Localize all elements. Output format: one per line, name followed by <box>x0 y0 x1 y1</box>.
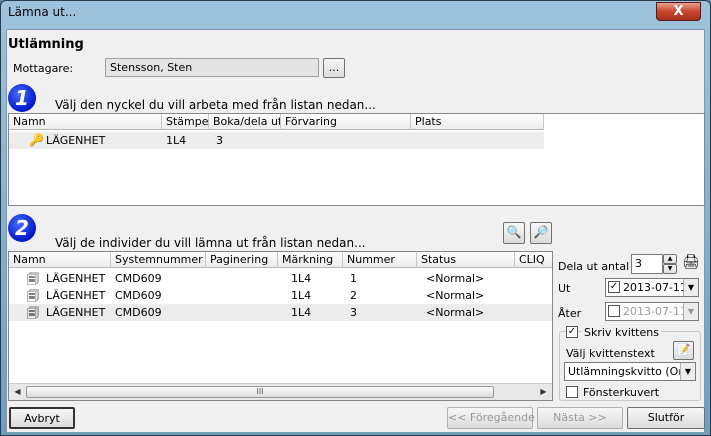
ind-col-paginering[interactable]: Paginering <box>206 252 278 268</box>
scroll-right-icon[interactable]: ▶ <box>535 384 552 400</box>
count-value: 3 <box>635 257 642 270</box>
find-next-button[interactable]: 🔎 <box>530 222 552 244</box>
receipt-text-value: Utlämningskvitto (Origi <box>568 365 696 378</box>
ind-col-systemnummer[interactable]: Systemnummer <box>111 252 206 268</box>
cell-namn: LÄGENHET <box>46 306 106 319</box>
ind-col-markning[interactable]: Märkning <box>278 252 343 268</box>
back-label: Åter <box>558 307 582 320</box>
print-receipt-checkbox[interactable]: ✓ <box>566 326 578 338</box>
keys-col-plats[interactable]: Plats <box>411 114 544 130</box>
out-date-checkbox[interactable]: ✓ <box>608 281 620 293</box>
cell-markning: 1L4 <box>291 306 312 319</box>
keys-col-stampel[interactable]: Stämpel <box>162 114 209 130</box>
document-edit-icon: 📝 <box>676 343 691 356</box>
cell-namn: LÄGENHET <box>46 289 106 302</box>
dialog-body: Utlämning Mottagare: Stensson, Sten ... … <box>6 29 705 433</box>
out-label: Ut <box>558 282 571 295</box>
key-icon: 🔑 <box>29 133 44 147</box>
back-date-picker[interactable]: 2013-07-11 ▼ <box>605 302 699 321</box>
cell-nummer: 3 <box>350 306 357 319</box>
keys-col-forvaring[interactable]: Förvaring <box>281 114 411 130</box>
recipient-field[interactable]: Stensson, Sten <box>105 58 319 77</box>
keys-table[interactable]: Namn Stämpel Boka/dela ut Förvaring Plat… <box>8 113 705 206</box>
window-title: Lämna ut... <box>8 5 77 19</box>
recipient-browse-button[interactable]: ... <box>323 58 345 78</box>
binoculars-next-icon: 🔎 <box>533 225 549 239</box>
scroll-left-icon[interactable]: ◀ <box>9 384 26 400</box>
keys-table-header: Namn Stämpel Boka/dela ut Förvaring Plat… <box>9 114 544 130</box>
cell-stampel: 1L4 <box>166 134 187 147</box>
window-envelope-checkbox[interactable] <box>566 386 578 398</box>
next-button[interactable]: Nästa >> <box>537 407 623 429</box>
receipt-text-select[interactable]: Utlämningskvitto (Origi ▼ <box>564 362 696 381</box>
cell-markning: 1L4 <box>291 272 312 285</box>
ind-col-namn[interactable]: Namn <box>9 252 111 268</box>
step-2-instruction: Välj de individer du vill lämna ut från … <box>55 236 366 250</box>
cell-boka: 3 <box>216 134 223 147</box>
ind-col-status[interactable]: Status <box>417 252 515 268</box>
chevron-down-icon[interactable]: ▼ <box>683 279 698 296</box>
cell-nummer: 2 <box>350 289 357 302</box>
keys-col-boka[interactable]: Boka/dela ut <box>209 114 281 130</box>
window-envelope-label: Fönsterkuvert <box>583 386 660 399</box>
table-row[interactable]: 🗐 LÄGENHET CMD609 1L4 3 <Normal> <box>9 304 552 321</box>
ind-col-cliq[interactable]: CLIQ <box>515 252 552 268</box>
horizontal-scrollbar[interactable]: ◀ III ▶ <box>9 383 552 400</box>
scroll-thumb[interactable]: III <box>26 386 494 398</box>
step-2-badge: 2 <box>8 214 36 242</box>
chevron-down-icon[interactable]: ▼ <box>683 303 698 320</box>
back-date-checkbox[interactable] <box>608 305 620 317</box>
page-title: Utlämning <box>8 37 84 52</box>
count-up-icon[interactable]: ▲ <box>663 254 677 264</box>
step-1-badge: 1 <box>8 84 36 112</box>
out-date-value: 2013-07-11 <box>623 281 687 294</box>
individuals-table[interactable]: Namn Systemnummer Paginering Märkning Nu… <box>8 251 553 401</box>
cell-namn: LÄGENHET <box>46 272 106 285</box>
cell-nummer: 1 <box>350 272 357 285</box>
previous-button[interactable]: << Föregående <box>447 407 535 429</box>
close-button[interactable]: X <box>656 2 701 21</box>
key-copy-icon: 🗐 <box>27 306 39 320</box>
count-down-icon[interactable]: ▼ <box>663 264 677 274</box>
ind-col-nummer[interactable]: Nummer <box>343 252 417 268</box>
finish-button[interactable]: Slutför <box>627 407 705 429</box>
cell-markning: 1L4 <box>291 289 312 302</box>
cell-systemnummer: CMD609 <box>115 289 162 302</box>
print-receipt-label: Skriv kvittens <box>582 326 661 339</box>
chevron-down-icon[interactable]: ▼ <box>680 363 695 380</box>
printer-icon[interactable]: 🖨 <box>682 254 700 270</box>
table-row[interactable]: 🗐 LÄGENHET CMD609 1L4 2 <Normal> <box>9 287 552 304</box>
count-label: Dela ut antal <box>558 260 630 273</box>
cell-systemnummer: CMD609 <box>115 306 162 319</box>
binoculars-icon: 🔍 <box>506 225 522 239</box>
cell-namn: LÄGENHET <box>46 134 106 147</box>
cell-status: <Normal> <box>426 289 485 302</box>
step-1-instruction: Välj den nyckel du vill arbeta med från … <box>55 98 376 112</box>
receipt-text-label: Välj kvittenstext <box>566 347 655 360</box>
recipient-label: Mottagare: <box>13 62 74 75</box>
table-row[interactable]: 🗐 LÄGENHET CMD609 1L4 1 <Normal> <box>9 270 552 287</box>
cancel-button[interactable]: Avbryt <box>9 407 75 429</box>
back-date-value: 2013-07-11 <box>623 305 687 318</box>
keys-col-namn[interactable]: Namn <box>9 114 162 130</box>
cell-status: <Normal> <box>426 272 485 285</box>
title-bar[interactable]: Lämna ut... X <box>1 1 710 23</box>
out-date-picker[interactable]: ✓ 2013-07-11 ▼ <box>605 278 699 297</box>
table-row[interactable]: 🔑 LÄGENHET 1L4 3 <box>9 132 544 149</box>
cell-status: <Normal> <box>426 306 485 319</box>
dialog-window: Lämna ut... X Utlämning Mottagare: Stens… <box>0 0 711 436</box>
find-binoculars-button[interactable]: 🔍 <box>503 222 525 244</box>
individuals-table-header: Namn Systemnummer Paginering Märkning Nu… <box>9 252 552 268</box>
cell-systemnummer: CMD609 <box>115 272 162 285</box>
edit-receipt-text-button[interactable]: 📝 <box>673 341 694 360</box>
count-input[interactable]: 3 <box>631 254 663 274</box>
